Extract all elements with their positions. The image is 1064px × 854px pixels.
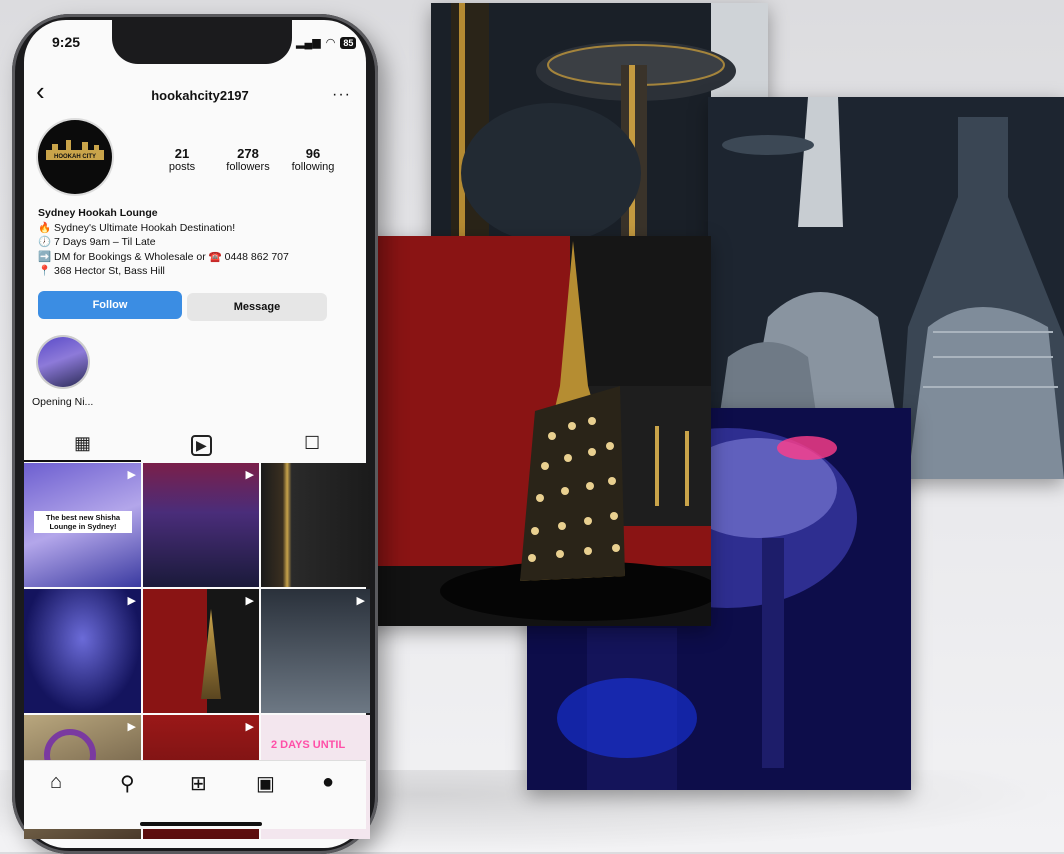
stat-following-label: following bbox=[291, 161, 335, 173]
stat-following[interactable]: 96 following bbox=[283, 146, 343, 173]
bottom-nav: ⌂ ⚲ ⊞ ▣ ● bbox=[24, 760, 366, 829]
phone-notch bbox=[112, 20, 292, 64]
stat-followers[interactable]: 278 followers bbox=[218, 146, 278, 173]
story-highlight[interactable] bbox=[38, 337, 88, 387]
reel-badge-icon: ▶ bbox=[127, 595, 136, 607]
signal-icon: ▂▄▆ bbox=[296, 37, 321, 49]
wifi-icon: ◠ bbox=[325, 37, 336, 49]
follow-button[interactable]: Follow bbox=[38, 291, 182, 319]
home-indicator bbox=[140, 822, 262, 826]
reel-badge-icon: ▶ bbox=[356, 595, 365, 607]
avatar-logo-text: HOOKAH CITY bbox=[54, 154, 96, 160]
bio-line: 🕖 7 Days 9am – Til Late bbox=[38, 236, 156, 248]
bio-name: Sydney Hookah Lounge bbox=[38, 207, 158, 219]
post-caption-overlay: The best new Shisha Lounge in Sydney! bbox=[34, 511, 132, 533]
reels-tab-icon[interactable]: ▶ bbox=[191, 435, 212, 456]
photo-gold-hookah-red-wall bbox=[320, 236, 711, 626]
message-button[interactable]: Message bbox=[187, 293, 327, 321]
battery-icon: 85 bbox=[340, 36, 357, 49]
profile-bio: Sydney Hookah Lounge 🔥 Sydney's Ultimate… bbox=[38, 206, 328, 279]
more-options-icon[interactable]: ··· bbox=[332, 86, 351, 104]
home-icon[interactable]: ⌂ bbox=[50, 771, 62, 794]
grid-post[interactable]: ▶ bbox=[24, 589, 141, 713]
grid-tab-icon[interactable]: ▦ bbox=[74, 433, 91, 454]
reel-badge-icon: ▶ bbox=[245, 595, 254, 607]
grid-post[interactable]: ▶ bbox=[261, 589, 370, 713]
grid-post[interactable]: ▶ bbox=[143, 589, 259, 713]
status-icons: ▂▄▆ ◠ 85 bbox=[296, 36, 357, 49]
reels-nav-icon[interactable]: ▣ bbox=[256, 771, 275, 796]
grid-post[interactable]: ▶ bbox=[143, 463, 259, 587]
bio-line: ➡️ DM for Bookings & Wholesale or ☎️ 044… bbox=[38, 250, 289, 263]
reel-badge-icon: ▶ bbox=[245, 721, 254, 733]
stat-posts-count: 21 bbox=[174, 146, 190, 161]
stat-followers-label: followers bbox=[226, 161, 270, 173]
stat-followers-count: 278 bbox=[237, 146, 259, 161]
bio-line: 🔥 Sydney's Ultimate Hookah Destination! bbox=[38, 221, 236, 234]
stat-following-count: 96 bbox=[305, 146, 321, 161]
reel-badge-icon: ▶ bbox=[245, 469, 254, 481]
reel-badge-icon: ▶ bbox=[127, 469, 136, 481]
tagged-tab-icon[interactable]: ☐ bbox=[304, 433, 320, 454]
countdown-text: 2 DAYS UNTIL bbox=[271, 739, 346, 751]
active-tab-indicator bbox=[24, 460, 141, 462]
stat-posts[interactable]: 21 posts bbox=[152, 146, 212, 173]
reel-badge-icon: ▶ bbox=[127, 721, 136, 733]
grid-post[interactable] bbox=[261, 463, 370, 587]
bio-address: 📍 368 Hector St, Bass Hill bbox=[38, 265, 165, 277]
search-icon[interactable]: ⚲ bbox=[120, 771, 135, 796]
story-highlight-label: Opening Ni... bbox=[32, 396, 94, 408]
grid-post[interactable]: ▶ The best new Shisha Lounge in Sydney! bbox=[24, 463, 141, 587]
avatar[interactable]: HOOKAH CITY bbox=[38, 120, 112, 194]
status-time: 9:25 bbox=[52, 34, 81, 50]
stat-posts-label: posts bbox=[168, 161, 196, 173]
profile-nav-icon[interactable]: ● bbox=[322, 771, 334, 794]
posts-grid: ▶ The best new Shisha Lounge in Sydney! … bbox=[24, 463, 370, 839]
create-icon[interactable]: ⊞ bbox=[190, 771, 207, 796]
